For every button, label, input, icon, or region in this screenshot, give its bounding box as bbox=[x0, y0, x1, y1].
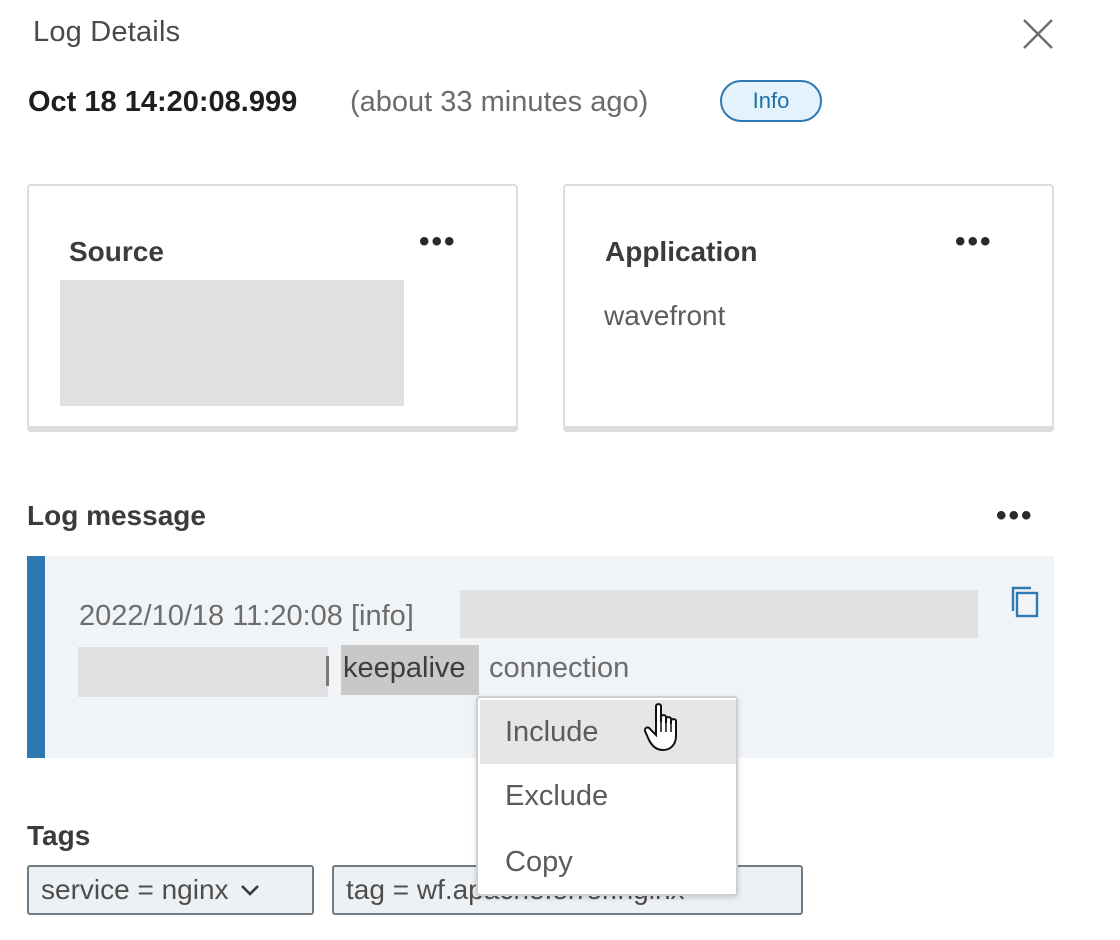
tag-chip-service[interactable]: service = nginx bbox=[27, 865, 314, 915]
tag-chip-label: service = nginx bbox=[41, 874, 229, 905]
log-message-redacted-1 bbox=[460, 590, 978, 638]
application-value: wavefront bbox=[604, 300, 726, 331]
close-icon[interactable] bbox=[1018, 14, 1058, 54]
source-more-icon[interactable]: ••• bbox=[419, 227, 457, 257]
menu-item-exclude[interactable]: Exclude bbox=[480, 764, 736, 828]
source-card: Source ••• bbox=[27, 184, 518, 432]
source-value-redacted bbox=[60, 280, 404, 406]
keyword-context-menu: Include Exclude Copy bbox=[476, 696, 738, 896]
copy-icon[interactable] bbox=[1008, 584, 1042, 620]
log-message-line1: 2022/10/18 11:20:08 [info] bbox=[79, 600, 414, 632]
application-more-icon[interactable]: ••• bbox=[955, 227, 993, 257]
log-keyword-token[interactable]: keepalive bbox=[343, 652, 466, 685]
chevron-down-icon bbox=[240, 885, 259, 896]
hand-pointer-cursor bbox=[644, 703, 677, 752]
application-card-title: Application bbox=[605, 236, 758, 267]
log-message-accent-bar bbox=[27, 556, 45, 758]
tags-label: Tags bbox=[27, 820, 91, 851]
menu-item-include[interactable]: Include bbox=[480, 700, 736, 764]
relative-time: (about 33 minutes ago) bbox=[350, 86, 649, 118]
menu-item-copy[interactable]: Copy bbox=[480, 830, 736, 894]
source-card-title: Source bbox=[69, 236, 164, 267]
log-message-more-icon[interactable]: ••• bbox=[996, 501, 1034, 531]
log-message-label: Log message bbox=[27, 500, 206, 531]
text-caret bbox=[326, 656, 329, 686]
log-level-badge: Info bbox=[720, 80, 822, 122]
panel-title: Log Details bbox=[33, 16, 181, 48]
log-message-redacted-2 bbox=[78, 647, 328, 697]
application-card: Application ••• wavefront bbox=[563, 184, 1054, 432]
log-timestamp: Oct 18 14:20:08.999 bbox=[28, 86, 298, 118]
log-message-line2: connection bbox=[489, 652, 630, 684]
